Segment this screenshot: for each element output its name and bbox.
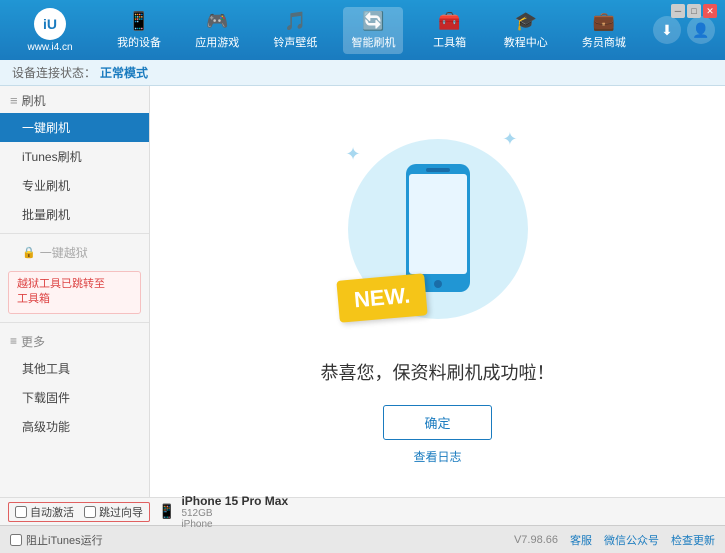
logo-icon: iU [34, 8, 66, 40]
close-button[interactable]: ✕ [703, 4, 717, 18]
wechat-link[interactable]: 微信公众号 [604, 532, 659, 548]
logo-url: www.i4.cn [27, 42, 72, 53]
ringtones-icon: 🎵 [284, 11, 306, 32]
window-controls: ─ □ ✕ [671, 4, 717, 18]
apps-games-icon: 🎮 [206, 11, 228, 32]
auto-activate-option[interactable]: 自动激活 [15, 504, 74, 520]
new-badge: NEW. [336, 273, 428, 323]
nav-toolbox[interactable]: 🧰 工具箱 [422, 7, 478, 54]
sidebar-flash-section: ≡ 刷机 [0, 86, 149, 113]
status-bar: 设备连接状态： 正常模式 [0, 60, 725, 86]
auto-guide-option[interactable]: 跳过向导 [84, 504, 143, 520]
user-button[interactable]: 👤 [687, 16, 715, 44]
sidebar-item-itunes-flash[interactable]: iTunes刷机 [0, 142, 149, 171]
header-right-controls: ⬇ 👤 [653, 16, 715, 44]
nav-service[interactable]: 💼 务员商城 [574, 7, 634, 54]
flash-section-icon: ≡ [10, 93, 18, 108]
sidebar-notice: 越狱工具已跳转至 工具箱 [8, 271, 141, 314]
sidebar-item-advanced[interactable]: 高级功能 [0, 412, 149, 441]
sidebar-item-one-key-flash[interactable]: 一键刷机 [0, 113, 149, 142]
footer: 阻止iTunes运行 V7.98.66 客服 微信公众号 检查更新 [0, 525, 725, 553]
smart-flash-icon: 🔄 [362, 11, 384, 32]
maximize-button[interactable]: □ [687, 4, 701, 18]
auto-guide-checkbox[interactable] [84, 506, 96, 518]
sparkle-icon-2: ✦ [502, 129, 517, 150]
main-container: ≡ 刷机 一键刷机 iTunes刷机 专业刷机 批量刷机 🔒 一键越狱 越狱工具 [0, 86, 725, 497]
logo-area: iU www.i4.cn [10, 8, 90, 53]
toolbox-icon: 🧰 [438, 11, 460, 32]
check-update-link[interactable]: 检查更新 [671, 532, 715, 548]
nav-my-device[interactable]: 📱 我的设备 [109, 7, 169, 54]
sidebar-item-batch-flash[interactable]: 批量刷机 [0, 200, 149, 229]
success-message: 恭喜您，保资料刷机成功啦！ [321, 359, 555, 385]
nav-tutorial[interactable]: 🎓 教程中心 [496, 7, 556, 54]
content-area: NEW. ✦ ✦ 恭喜您，保资料刷机成功啦！ 确定 查看日志 [150, 86, 725, 497]
device-info: 📱 iPhone 15 Pro Max 512GB iPhone [158, 494, 288, 530]
auto-activate-checkbox[interactable] [15, 506, 27, 518]
device-type: iPhone [181, 519, 288, 530]
desktop-link[interactable]: 客服 [570, 532, 592, 548]
sidebar-more-section: ≡ 更多 [0, 327, 149, 354]
footer-itunes-area[interactable]: 阻止iTunes运行 [10, 532, 103, 548]
device-options-area: 自动激活 跳过向导 [8, 502, 150, 522]
device-details: iPhone 15 Pro Max 512GB iPhone [181, 494, 288, 530]
sidebar-item-download-firmware[interactable]: 下载固件 [0, 383, 149, 412]
version-label: V7.98.66 [514, 534, 558, 546]
tutorial-icon: 🎓 [515, 11, 537, 32]
sidebar: ≡ 刷机 一键刷机 iTunes刷机 专业刷机 批量刷机 🔒 一键越狱 越狱工具 [0, 86, 150, 497]
sidebar-jailbreak-section: 🔒 一键越狱 [0, 238, 149, 267]
device-name: iPhone 15 Pro Max [181, 494, 288, 508]
confirm-button[interactable]: 确定 [383, 405, 491, 440]
sidebar-item-other-tools[interactable]: 其他工具 [0, 354, 149, 383]
header: iU www.i4.cn 📱 我的设备 🎮 应用游戏 🎵 铃声壁纸 🔄 智能刷机 [0, 0, 725, 60]
device-bar: 自动激活 跳过向导 📱 iPhone 15 Pro Max 512GB iPho… [0, 497, 725, 525]
success-illustration: NEW. ✦ ✦ [338, 119, 538, 339]
sparkle-icon-1: ✦ [346, 144, 361, 165]
minimize-button[interactable]: ─ [671, 4, 685, 18]
nav-apps-games[interactable]: 🎮 应用游戏 [187, 7, 247, 54]
log-link[interactable]: 查看日志 [413, 448, 461, 465]
my-device-icon: 📱 [128, 11, 150, 32]
nav-ringtones[interactable]: 🎵 铃声壁纸 [265, 7, 325, 54]
sidebar-item-pro-flash[interactable]: 专业刷机 [0, 171, 149, 200]
nav-smart-flash[interactable]: 🔄 智能刷机 [343, 7, 403, 54]
device-phone-icon: 📱 [158, 503, 175, 520]
service-icon: 💼 [593, 11, 615, 32]
device-storage: 512GB [181, 508, 288, 519]
download-button[interactable]: ⬇ [653, 16, 681, 44]
nav-bar: 📱 我的设备 🎮 应用游戏 🎵 铃声壁纸 🔄 智能刷机 🧰 工具箱 🎓 [100, 7, 643, 54]
itunes-checkbox[interactable] [10, 534, 22, 546]
